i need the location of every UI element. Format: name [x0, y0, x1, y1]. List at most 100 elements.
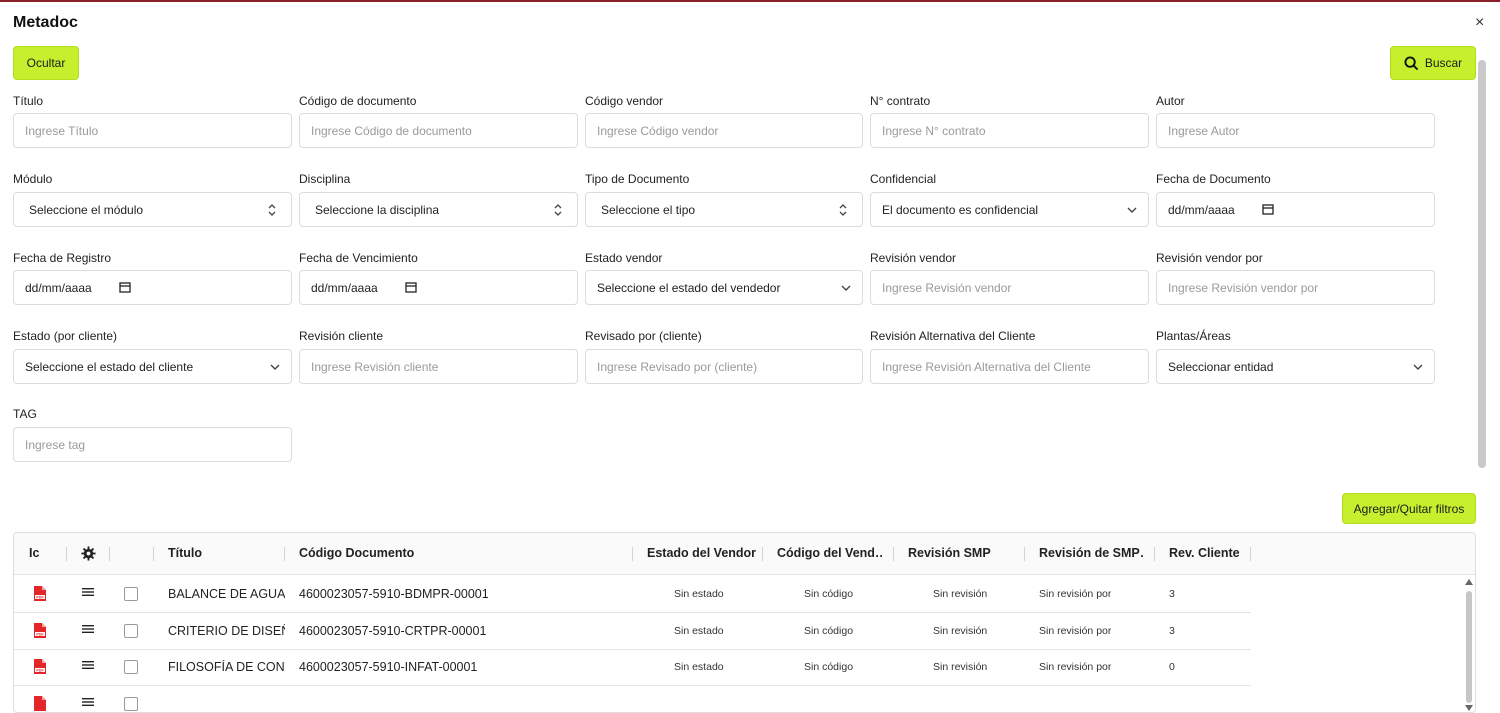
- column-divider[interactable]: [153, 547, 154, 561]
- cell-titulo: FILOSOFÍA DE CONTR: [168, 660, 285, 674]
- modulo-select[interactable]: Seleccione el módulo: [13, 192, 292, 227]
- search-icon: [1404, 55, 1419, 70]
- cell-estado-vendor: Sin estado: [674, 588, 724, 600]
- header-ic[interactable]: Ic: [29, 546, 39, 560]
- tipo-documento-value: Seleccione el tipo: [601, 202, 696, 217]
- header-rev-cliente[interactable]: Rev. Cliente: [1169, 546, 1240, 560]
- fecha-documento-input[interactable]: dd/mm/aaaa: [1156, 192, 1435, 227]
- row-checkbox[interactable]: [124, 660, 138, 674]
- n-contrato-label: N° contrato: [870, 94, 931, 108]
- tipo-documento-select[interactable]: Seleccione el tipo: [585, 192, 863, 227]
- revision-vendor-por-input[interactable]: Ingrese Revisión vendor por: [1156, 270, 1435, 305]
- header-titulo[interactable]: Título: [168, 546, 202, 560]
- cell-revision-smp-por: Sin revisión por: [1039, 661, 1112, 673]
- codigo-vendor-input[interactable]: Ingrese Código vendor: [585, 113, 863, 148]
- revisado-por-cliente-label: Revisado por (cliente): [585, 329, 702, 343]
- cell-codigo-vendor: Sin código: [804, 625, 854, 637]
- revision-vendor-input[interactable]: Ingrese Revisión vendor: [870, 270, 1149, 305]
- calendar-icon[interactable]: [1262, 203, 1274, 215]
- plantas-areas-select[interactable]: Seleccionar entidad: [1156, 349, 1435, 384]
- header-codigo-vendor[interactable]: Código del Vend…: [777, 546, 882, 560]
- autor-input[interactable]: Ingrese Autor: [1156, 113, 1435, 148]
- revision-cliente-placeholder: Ingrese Revisión cliente: [311, 359, 439, 374]
- table-scrollbar[interactable]: [1464, 577, 1474, 713]
- pdf-file-icon[interactable]: PDF: [33, 658, 47, 675]
- tag-placeholder: Ingrese tag: [25, 437, 86, 452]
- cell-rev-cliente: 3: [1169, 625, 1175, 637]
- codigo-documento-input[interactable]: Ingrese Código de documento: [299, 113, 578, 148]
- disciplina-select[interactable]: Seleccione la disciplina: [299, 192, 578, 227]
- row-checkbox[interactable]: [124, 624, 138, 638]
- column-divider[interactable]: [762, 547, 763, 561]
- table-row[interactable]: [14, 686, 1251, 712]
- buscar-label: Buscar: [1424, 56, 1463, 70]
- column-divider[interactable]: [109, 547, 110, 561]
- n-contrato-input[interactable]: Ingrese N° contrato: [870, 113, 1149, 148]
- estado-cliente-select[interactable]: Seleccione el estado del cliente: [13, 349, 292, 384]
- column-divider[interactable]: [66, 547, 67, 561]
- buscar-button[interactable]: Buscar: [1390, 46, 1476, 80]
- cell-estado-vendor: Sin estado: [674, 625, 724, 637]
- column-divider[interactable]: [893, 547, 894, 561]
- plantas-areas-label: Plantas/Áreas: [1156, 329, 1231, 343]
- disciplina-value: Seleccione la disciplina: [315, 202, 440, 217]
- cell-revision-smp: Sin revisión: [933, 625, 988, 637]
- cell-codigo: 4600023057-5910-CRTPR-00001: [299, 624, 487, 638]
- revision-vendor-por-placeholder: Ingrese Revisión vendor por: [1168, 280, 1319, 295]
- confidencial-select[interactable]: El documento es confidencial: [870, 192, 1149, 227]
- updown-chevron-icon: [554, 204, 562, 216]
- header-revision-smp-por[interactable]: Revisión de SMP…: [1039, 546, 1144, 560]
- pdf-file-icon[interactable]: PDF: [33, 622, 47, 639]
- close-icon[interactable]: ×: [1475, 14, 1484, 32]
- updown-chevron-icon: [839, 204, 847, 216]
- calendar-icon[interactable]: [119, 281, 131, 293]
- menu-icon[interactable]: [82, 586, 94, 598]
- estado-vendor-select[interactable]: Seleccione el estado del vendedor: [585, 270, 863, 305]
- column-divider[interactable]: [284, 547, 285, 561]
- gear-icon[interactable]: [81, 546, 96, 561]
- row-checkbox[interactable]: [124, 697, 138, 711]
- calendar-icon[interactable]: [405, 281, 417, 293]
- table-row[interactable]: PDF BALANCE DE AGUA A 4600023057-5910-BD…: [14, 576, 1251, 613]
- titulo-label: Título: [13, 94, 44, 108]
- revision-cliente-input[interactable]: Ingrese Revisión cliente: [299, 349, 578, 384]
- revisado-por-cliente-placeholder: Ingrese Revisado por (cliente): [597, 359, 758, 374]
- header-estado-vendor[interactable]: Estado del Vendor: [647, 546, 756, 560]
- pdf-file-icon[interactable]: PDF: [33, 585, 47, 602]
- form-scrollbar[interactable]: [1478, 60, 1486, 468]
- agregar-quitar-filtros-button[interactable]: Agregar/Quitar filtros: [1342, 493, 1476, 524]
- svg-text:PDF: PDF: [36, 595, 44, 599]
- header-revision-smp[interactable]: Revisión SMP: [908, 546, 991, 560]
- revision-vendor-label: Revisión vendor: [870, 251, 957, 265]
- menu-icon[interactable]: [82, 696, 94, 708]
- column-divider[interactable]: [1154, 547, 1155, 561]
- pdf-file-icon[interactable]: [33, 695, 47, 712]
- ocultar-button[interactable]: Ocultar: [13, 46, 79, 80]
- table-header: Ic Título Código Documento Estado del Ve…: [14, 533, 1475, 575]
- fecha-vencimiento-input[interactable]: dd/mm/aaaa: [299, 270, 578, 305]
- tag-input[interactable]: Ingrese tag: [13, 427, 292, 462]
- revision-cliente-label: Revisión cliente: [299, 329, 384, 343]
- column-divider[interactable]: [1250, 547, 1251, 561]
- revision-vendor-por-label: Revisión vendor por: [1156, 251, 1263, 265]
- table-row[interactable]: PDF FILOSOFÍA DE CONTR 4600023057-5910-I…: [14, 649, 1251, 686]
- modulo-label: Módulo: [13, 172, 53, 186]
- fecha-documento-label: Fecha de Documento: [1156, 172, 1271, 186]
- menu-icon[interactable]: [82, 623, 94, 635]
- menu-icon[interactable]: [82, 659, 94, 671]
- cell-titulo: CRITERIO DE DISEÑO: [168, 624, 285, 638]
- column-divider[interactable]: [1024, 547, 1025, 561]
- row-checkbox[interactable]: [124, 587, 138, 601]
- titulo-placeholder: Ingrese Título: [25, 123, 99, 138]
- column-divider[interactable]: [632, 547, 633, 561]
- cell-revision-smp: Sin revisión: [933, 588, 988, 600]
- fecha-registro-input[interactable]: dd/mm/aaaa: [13, 270, 292, 305]
- titulo-input[interactable]: Ingrese Título: [13, 113, 292, 148]
- revisado-por-cliente-input[interactable]: Ingrese Revisado por (cliente): [585, 349, 863, 384]
- revision-alternativa-placeholder: Ingrese Revisión Alternativa del Cliente: [882, 359, 1091, 374]
- table-row[interactable]: PDF CRITERIO DE DISEÑO 4600023057-5910-C…: [14, 613, 1251, 650]
- confidencial-label: Confidencial: [870, 172, 937, 186]
- cell-codigo-vendor: Sin código: [804, 661, 854, 673]
- header-codigo-documento[interactable]: Código Documento: [299, 546, 414, 560]
- revision-alternativa-input[interactable]: Ingrese Revisión Alternativa del Cliente: [870, 349, 1149, 384]
